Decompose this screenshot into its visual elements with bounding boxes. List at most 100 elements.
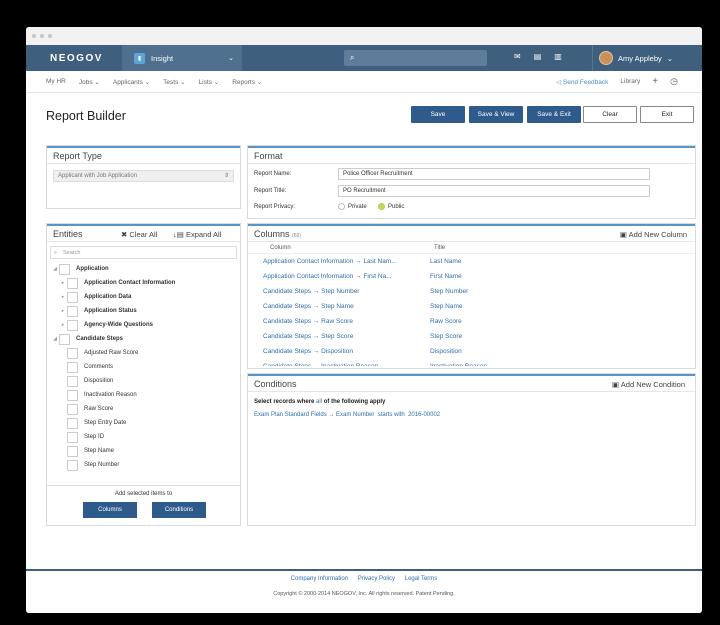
mail-icon[interactable]: ✉: [514, 52, 521, 61]
save-view-button[interactable]: Save & View: [469, 106, 523, 123]
entity-tree-item[interactable]: Disposition: [47, 374, 240, 388]
library-link[interactable]: Library: [620, 78, 640, 85]
entity-checkbox[interactable]: [67, 277, 78, 289]
column-row[interactable]: Candidate Steps → Disposition Disposition: [248, 344, 695, 359]
column-path[interactable]: Candidate Steps → Step Number: [248, 284, 414, 299]
send-feedback-link[interactable]: ◁ Send Feedback: [556, 78, 608, 86]
expand-all-button[interactable]: ↓▤ Expand All: [173, 227, 221, 243]
column-title[interactable]: Step Name: [414, 299, 463, 314]
entity-checkbox[interactable]: [67, 291, 78, 303]
add-new-column-button[interactable]: ▣ Add New Column: [620, 227, 687, 243]
global-search-input[interactable]: ⌕: [344, 50, 487, 66]
entity-tree-item[interactable]: Step ID: [47, 430, 240, 444]
entity-tree-item[interactable]: Comments: [47, 360, 240, 374]
window-minimize-dot[interactable]: [40, 34, 44, 38]
column-row[interactable]: Candidate Steps → Step Score Step Score: [248, 329, 695, 344]
column-path[interactable]: Candidate Steps → Step Name: [248, 299, 414, 314]
column-row[interactable]: Candidate Steps → Inactivation ReasonIna…: [248, 359, 695, 366]
column-title[interactable]: Step Score: [414, 329, 462, 344]
column-row[interactable]: Candidate Steps → Raw Score Raw Score: [248, 314, 695, 329]
entity-checkbox[interactable]: [67, 459, 78, 471]
history-icon[interactable]: ◷: [670, 76, 678, 87]
condition-value[interactable]: 2016-00002: [408, 412, 440, 418]
expand-arrow-icon[interactable]: ▸: [59, 294, 67, 300]
entities-search-input[interactable]: ⌕ Search: [50, 246, 237, 259]
column-row[interactable]: Application Contact Information → First …: [248, 269, 695, 284]
privacy-public-option[interactable]: Public: [378, 203, 404, 210]
exit-button[interactable]: Exit: [640, 106, 694, 123]
column-path[interactable]: Candidate Steps → Raw Score: [248, 314, 414, 329]
entity-tree-item[interactable]: ◢ Application: [47, 262, 240, 276]
column-title[interactable]: First Name: [414, 269, 462, 284]
condition-mode-link[interactable]: all: [316, 399, 322, 405]
column-path[interactable]: Candidate Steps → Inactivation Reason: [248, 359, 414, 366]
company-information-link[interactable]: Company Information: [291, 576, 348, 582]
entity-checkbox[interactable]: [67, 347, 78, 359]
column-title[interactable]: Disposition: [414, 344, 462, 359]
entity-checkbox[interactable]: [67, 361, 78, 373]
column-row[interactable]: Candidate Steps → Step Name Step Name: [248, 299, 695, 314]
column-path[interactable]: Candidate Steps → Disposition: [248, 344, 414, 359]
app-switcher[interactable]: ▮ Insight ⌄: [122, 45, 242, 71]
private-radio[interactable]: [338, 203, 345, 210]
entity-checkbox[interactable]: [67, 417, 78, 429]
report-title-input[interactable]: PO Recruitment: [338, 185, 650, 197]
window-close-dot[interactable]: [32, 34, 36, 38]
entity-checkbox[interactable]: [67, 305, 78, 317]
entity-tree-item[interactable]: Inactivation Reason: [47, 388, 240, 402]
column-path[interactable]: Candidate Steps → Step Score: [248, 329, 414, 344]
expand-arrow-icon[interactable]: ◢: [51, 336, 59, 342]
entity-tree-item[interactable]: ▸ Application Status: [47, 304, 240, 318]
entity-checkbox[interactable]: [67, 431, 78, 443]
entity-tree-item[interactable]: ◢ Candidate Steps: [47, 332, 240, 346]
entity-tree-item[interactable]: ▸ Agency-Wide Questions: [47, 318, 240, 332]
add-to-conditions-button[interactable]: Conditions: [152, 502, 206, 518]
nav-jobs[interactable]: Jobs ⌄: [79, 78, 100, 86]
nav-applicants[interactable]: Applicants ⌄: [113, 78, 150, 86]
entity-tree-item[interactable]: Step Name: [47, 444, 240, 458]
entity-checkbox[interactable]: [67, 319, 78, 331]
clear-button[interactable]: Clear: [583, 106, 637, 123]
public-radio[interactable]: [378, 203, 385, 210]
entity-checkbox[interactable]: [67, 445, 78, 457]
entity-checkbox[interactable]: [67, 375, 78, 387]
entity-tree-item[interactable]: ▸ Application Contact Information: [47, 276, 240, 290]
expand-arrow-icon[interactable]: ▸: [59, 322, 67, 328]
plus-icon[interactable]: +: [652, 76, 658, 87]
condition-rule[interactable]: Exam Plan Standard Fields → Exam Number …: [248, 405, 695, 418]
expand-arrow-icon[interactable]: ◢: [51, 266, 59, 272]
privacy-private-option[interactable]: Private: [338, 203, 367, 210]
privacy-policy-link[interactable]: Privacy Policy: [358, 576, 395, 582]
column-row[interactable]: Application Contact Information → Last N…: [248, 254, 695, 269]
entity-tree-item[interactable]: Step Entry Date: [47, 416, 240, 430]
column-path[interactable]: Application Contact Information → First …: [248, 269, 414, 284]
condition-operator[interactable]: starts with: [378, 412, 405, 418]
entity-tree-item[interactable]: Step Number: [47, 458, 240, 472]
entity-checkbox[interactable]: [67, 403, 78, 415]
report-type-select[interactable]: Applicant with Job Application ⇕: [53, 170, 234, 182]
column-title[interactable]: Step Number: [414, 284, 468, 299]
column-title[interactable]: Inactivation Reason: [414, 359, 487, 366]
document-icon[interactable]: ▥: [554, 52, 562, 61]
expand-arrow-icon[interactable]: ▸: [59, 280, 67, 286]
entity-checkbox[interactable]: [59, 333, 70, 345]
column-title[interactable]: Last Name: [414, 254, 461, 269]
entity-tree-item[interactable]: Adjusted Raw Score: [47, 346, 240, 360]
expand-arrow-icon[interactable]: ▸: [59, 308, 67, 314]
column-row[interactable]: Candidate Steps → Step Number Step Number: [248, 284, 695, 299]
user-menu[interactable]: Amy Appleby ⌄: [592, 45, 702, 71]
clear-all-button[interactable]: ✖ Clear All: [121, 227, 157, 243]
legal-terms-link[interactable]: Legal Terms: [405, 576, 438, 582]
window-zoom-dot[interactable]: [48, 34, 52, 38]
entity-checkbox[interactable]: [59, 263, 70, 275]
nav-lists[interactable]: Lists ⌄: [199, 78, 220, 86]
nav-tests[interactable]: Tests ⌄: [163, 78, 185, 86]
column-path[interactable]: Application Contact Information → Last N…: [248, 254, 414, 269]
brand-logo[interactable]: NEOGOV: [50, 53, 122, 64]
save-button[interactable]: Save: [411, 106, 465, 123]
entity-checkbox[interactable]: [67, 389, 78, 401]
save-exit-button[interactable]: Save & Exit: [527, 106, 581, 123]
nav-my-hr[interactable]: My HR: [46, 78, 66, 85]
add-new-condition-button[interactable]: ▣ Add New Condition: [612, 377, 685, 393]
entity-tree-item[interactable]: ▸ Application Data: [47, 290, 240, 304]
